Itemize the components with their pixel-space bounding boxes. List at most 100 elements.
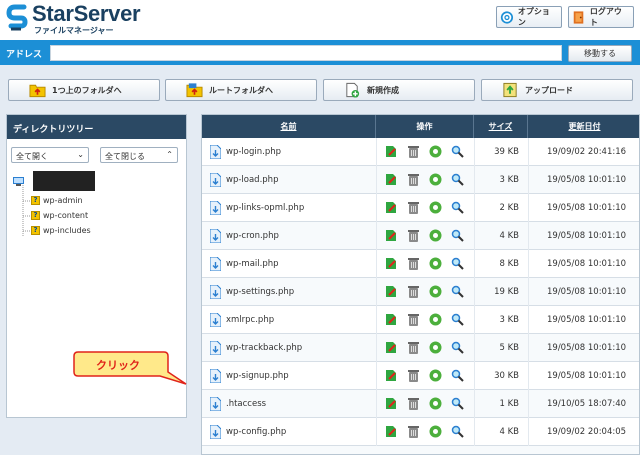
file-row[interactable]: wp-login.php 39 KB 19/09/02 20:41:16 [202, 138, 639, 166]
gear-icon[interactable] [429, 201, 442, 214]
file-name[interactable]: wp-trackback.php [226, 343, 302, 353]
file-row[interactable]: wp-load.php 3 KB 19/05/08 10:01:10 [202, 166, 639, 194]
edit-icon[interactable] [385, 145, 398, 158]
trash-icon[interactable] [407, 229, 420, 242]
edit-icon[interactable] [385, 397, 398, 410]
file-icon[interactable] [210, 341, 221, 355]
trash-icon[interactable] [407, 341, 420, 354]
edit-icon[interactable] [385, 313, 398, 326]
trash-icon[interactable] [407, 145, 420, 158]
file-row[interactable]: xmlrpc.php 3 KB 19/05/08 10:01:10 [202, 306, 639, 334]
file-name[interactable]: .htaccess [226, 399, 266, 409]
address-input[interactable] [50, 45, 562, 61]
file-icon[interactable] [210, 397, 221, 411]
file-icon[interactable] [210, 313, 221, 327]
file-icon[interactable] [210, 285, 221, 299]
root-folder-button[interactable]: ルートフォルダへ [165, 79, 317, 101]
column-header-date[interactable]: 更新日付 [528, 115, 639, 138]
edit-icon[interactable] [385, 173, 398, 186]
tree-item-label: wp-content [43, 211, 89, 220]
file-row[interactable]: wp-links-opml.php 2 KB 19/05/08 10:01:10 [202, 194, 639, 222]
file-name[interactable]: wp-login.php [226, 147, 281, 157]
gear-icon[interactable] [429, 229, 442, 242]
file-name[interactable]: wp-settings.php [226, 287, 294, 297]
edit-icon[interactable] [385, 285, 398, 298]
magnifier-icon[interactable] [451, 257, 464, 270]
tree-root-redacted[interactable] [33, 171, 95, 191]
magnifier-icon[interactable] [451, 145, 464, 158]
file-icon[interactable] [210, 257, 221, 271]
trash-icon[interactable] [407, 397, 420, 410]
file-row[interactable]: wp-config.php 4 KB 19/09/02 20:04:05 [202, 418, 639, 446]
edit-icon[interactable] [385, 425, 398, 438]
tree-item-wp-includes[interactable]: ? wp-includes [31, 225, 91, 236]
gear-icon[interactable] [429, 341, 442, 354]
file-icon[interactable] [210, 229, 221, 243]
file-date: 19/05/08 10:01:10 [547, 175, 627, 185]
gear-icon[interactable] [429, 173, 442, 186]
magnifier-icon[interactable] [451, 173, 464, 186]
edit-icon[interactable] [385, 341, 398, 354]
file-row[interactable]: wp-trackback.php 5 KB 19/05/08 10:01:10 [202, 334, 639, 362]
column-header-size[interactable]: サイズ [474, 115, 528, 138]
edit-icon[interactable] [385, 229, 398, 242]
magnifier-icon[interactable] [451, 201, 464, 214]
gear-icon[interactable] [429, 313, 442, 326]
trash-icon[interactable] [407, 313, 420, 326]
collapse-all-select[interactable]: 全て閉じる ⌃ [100, 147, 178, 163]
column-header-name[interactable]: 名前 [202, 115, 376, 138]
trash-icon[interactable] [407, 257, 420, 270]
file-name[interactable]: wp-load.php [226, 175, 278, 185]
file-icon[interactable] [210, 145, 221, 159]
logout-button[interactable]: ログアウト [568, 6, 634, 28]
tree-item-wp-admin[interactable]: ? wp-admin [31, 195, 83, 206]
file-row[interactable]: .htaccess 1 KB 19/10/05 18:07:40 [202, 390, 639, 418]
gear-icon[interactable] [429, 397, 442, 410]
edit-icon[interactable] [385, 201, 398, 214]
gear-icon[interactable] [429, 425, 442, 438]
file-name[interactable]: wp-config.php [226, 427, 286, 437]
trash-icon[interactable] [407, 425, 420, 438]
file-row[interactable] [202, 446, 639, 454]
file-row[interactable]: wp-signup.php 30 KB 19/05/08 10:01:10 [202, 362, 639, 390]
file-name[interactable]: wp-signup.php [226, 371, 289, 381]
edit-icon[interactable] [385, 369, 398, 382]
magnifier-icon[interactable] [451, 425, 464, 438]
file-name[interactable]: wp-mail.php [226, 259, 279, 269]
file-row[interactable]: wp-cron.php 4 KB 19/05/08 10:01:10 [202, 222, 639, 250]
file-name[interactable]: wp-links-opml.php [226, 203, 304, 213]
gear-icon[interactable] [429, 285, 442, 298]
file-row[interactable]: wp-settings.php 19 KB 19/05/08 10:01:10 [202, 278, 639, 306]
magnifier-icon[interactable] [451, 369, 464, 382]
upload-button[interactable]: アップロード [481, 79, 633, 101]
file-icon[interactable] [210, 173, 221, 187]
magnifier-icon[interactable] [451, 397, 464, 410]
parent-folder-button[interactable]: 1つ上のフォルダへ [8, 79, 160, 101]
magnifier-icon[interactable] [451, 313, 464, 326]
file-name[interactable]: xmlrpc.php [226, 315, 274, 325]
go-button[interactable]: 移動する [568, 45, 632, 62]
magnifier-icon[interactable] [451, 229, 464, 242]
trash-icon[interactable] [407, 369, 420, 382]
trash-icon[interactable] [407, 285, 420, 298]
edit-icon[interactable] [385, 257, 398, 270]
gear-icon[interactable] [429, 257, 442, 270]
file-icon[interactable] [210, 425, 221, 439]
file-name[interactable]: wp-cron.php [226, 231, 279, 241]
file-size: 8 KB [499, 259, 519, 269]
file-size: 19 KB [494, 287, 519, 297]
gear-icon[interactable] [429, 145, 442, 158]
file-row[interactable]: wp-mail.php 8 KB 19/05/08 10:01:10 [202, 250, 639, 278]
magnifier-icon[interactable] [451, 341, 464, 354]
expand-all-select[interactable]: 全て開く ⌄ [11, 147, 89, 163]
gear-icon[interactable] [429, 369, 442, 382]
trash-icon[interactable] [407, 201, 420, 214]
tree-item-label: wp-includes [43, 226, 91, 235]
create-new-button[interactable]: 新規作成 [323, 79, 475, 101]
option-button[interactable]: オプション [496, 6, 562, 28]
file-icon[interactable] [210, 369, 221, 383]
magnifier-icon[interactable] [451, 285, 464, 298]
file-icon[interactable] [210, 201, 221, 215]
trash-icon[interactable] [407, 173, 420, 186]
tree-item-wp-content[interactable]: ? wp-content [31, 210, 88, 221]
